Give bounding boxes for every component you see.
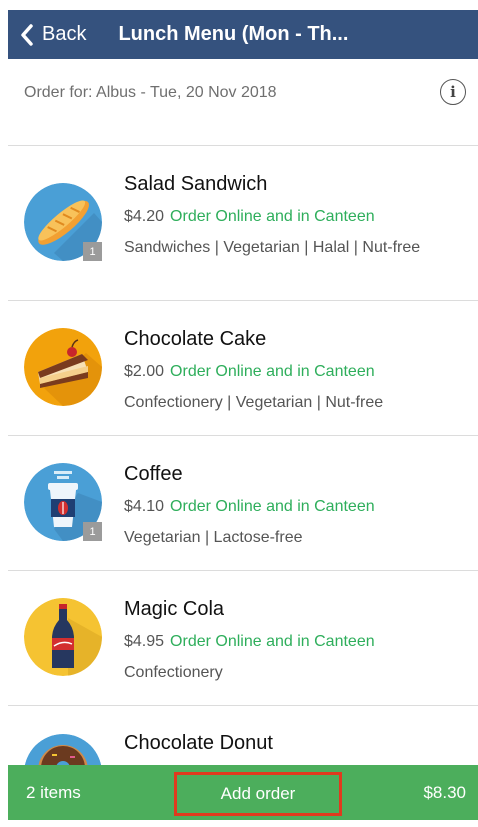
item-name: Chocolate Cake <box>124 328 267 350</box>
price-row: $4.95 Order Online and in Canteen <box>124 633 375 651</box>
navigation-bar: Back Lunch Menu (Mon - Th... <box>8 10 478 59</box>
list-item[interactable]: Magic Cola $4.95 Order Online and in Cant… <box>8 571 478 706</box>
list-item[interactable]: 1 Coffee $4.10 Order Online and in Cantee… <box>8 436 478 571</box>
price-row: $4.10 Order Online and in Canteen <box>124 498 375 516</box>
item-tags: Confectionery <box>124 664 223 681</box>
item-name: Magic Cola <box>124 598 225 620</box>
back-label: Back <box>42 23 87 45</box>
list-item[interactable]: 1 Salad Sandwich $4.20 Order Online and i… <box>8 147 478 301</box>
order-total: $8.30 <box>423 782 466 802</box>
item-price: $4.10 <box>124 498 165 515</box>
quantity-badge: 1 <box>83 242 102 261</box>
info-icon[interactable]: i <box>440 79 466 105</box>
availability-label: Order Online and in Canteen <box>170 208 375 225</box>
order-for-header: Order for: Albus - Tue, 20 Nov 2018 i <box>8 59 478 146</box>
back-button[interactable]: Back <box>20 23 86 46</box>
page-title: Lunch Menu (Mon - Th... <box>118 23 349 45</box>
item-count: 2 items <box>26 782 81 802</box>
menu-list: 1 Salad Sandwich $4.20 Order Online and i… <box>8 147 478 812</box>
item-price: $4.95 <box>124 633 165 650</box>
cake-icon <box>24 328 102 406</box>
item-tags: Sandwiches | Vegetarian | Halal | Nut-fr… <box>124 239 421 256</box>
cola-bottle-icon <box>24 598 102 676</box>
item-name: Chocolate Donut <box>124 732 273 754</box>
order-summary-bar: 2 items Add order $8.30 <box>8 765 478 820</box>
item-price: $2.00 <box>124 363 165 380</box>
availability-label: Order Online and in Canteen <box>170 363 375 380</box>
item-price: $4.20 <box>124 208 165 225</box>
price-row: $4.20 Order Online and in Canteen <box>124 208 375 226</box>
order-for-text: Order for: Albus - Tue, 20 Nov 2018 <box>24 84 277 101</box>
item-name: Salad Sandwich <box>124 173 268 195</box>
availability-label: Order Online and in Canteen <box>170 633 375 650</box>
price-row: $2.00 Order Online and in Canteen <box>124 363 375 381</box>
item-tags: Confectionery | Vegetarian | Nut-free <box>124 394 384 411</box>
item-name: Coffee <box>124 463 183 485</box>
quantity-badge: 1 <box>83 522 102 541</box>
chevron-left-icon <box>21 23 33 46</box>
availability-label: Order Online and in Canteen <box>170 498 375 515</box>
add-order-button[interactable]: Add order <box>174 772 342 816</box>
item-tags: Vegetarian | Lactose-free <box>124 529 303 546</box>
list-item[interactable]: Chocolate Cake $2.00 Order Online and in … <box>8 301 478 436</box>
